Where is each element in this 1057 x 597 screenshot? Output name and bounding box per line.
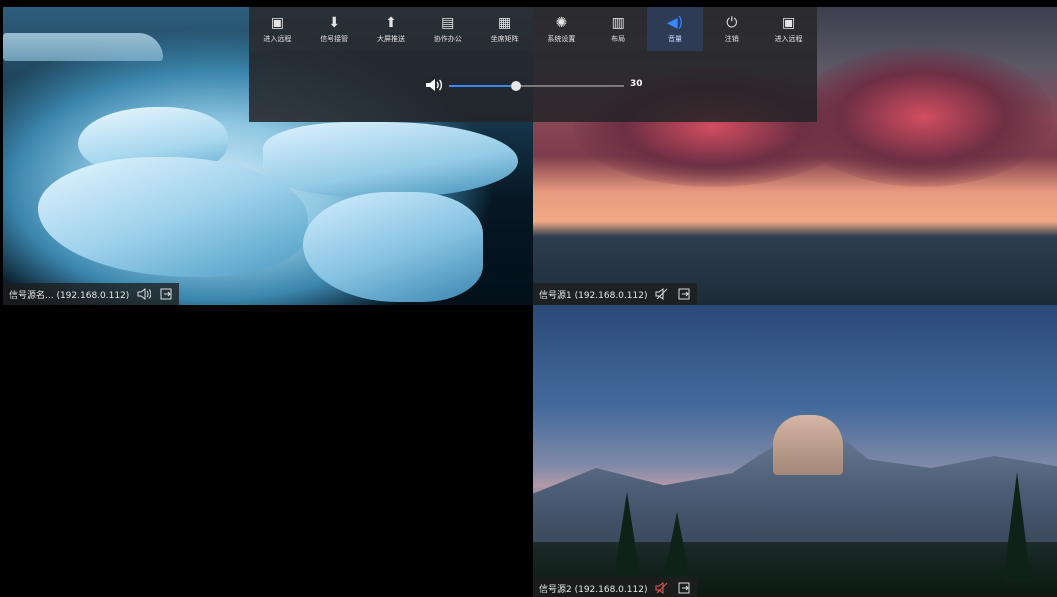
speaker-icon[interactable] [137,287,152,301]
download-icon: ⬇ [328,14,341,31]
briefcase-icon: ▤ [441,14,455,31]
toolbar-menu: ▣ 进入远程 ⬇ 信号接管 ⬆ 大屏推送 ▤ 协作办公 ▦ 坐席矩阵 ✺ 系统设… [249,7,817,51]
toolbar-item-label: 系统设置 [547,34,576,43]
exit-icon[interactable] [677,581,691,595]
ice-image [38,157,308,277]
volume-slider-handle[interactable] [510,81,521,91]
toolbar-item-label: 注销 [724,34,739,43]
tile-bottom-right[interactable]: 信号源2 (192.168.0.112) [533,305,1057,597]
signal-source-label: 信号源2 (192.168.0.112) [539,584,648,595]
cloud-image [793,47,1053,187]
toolbar-item-label: 进入远程 [774,34,803,43]
signal-source-label: 信号源名... (192.168.0.112) [9,290,130,301]
power-icon: ⏻ [726,14,738,31]
toolbar-item-screen-push[interactable]: ⬆ 大屏推送 [363,7,420,51]
ice-shelf-image [3,33,163,61]
toolbar-item-label: 音量 [667,34,682,43]
volume-slider-fill [449,85,516,87]
upload-icon: ⬆ [385,14,397,31]
toolbar-item-label: 协作办公 [433,34,462,43]
signal-source-label: 信号源1 (192.168.0.112) [539,290,648,301]
speaker-muted-icon[interactable] [655,581,669,595]
volume-value: 30 [630,79,643,89]
exit-icon[interactable] [159,287,173,301]
toolbar-item-enter-remote-2[interactable]: ▣ 进入远程 [760,7,817,51]
toolbar-item-collaboration[interactable]: ▤ 协作办公 [419,7,476,51]
exit-icon[interactable] [677,287,691,301]
tree-image [663,512,691,582]
ice-image [303,192,483,302]
toolbar-item-signal-takeover[interactable]: ⬇ 信号接管 [306,7,363,51]
toolbar-item-label: 信号接管 [320,34,349,43]
toolbar-item-label: 大屏推送 [376,34,405,43]
volume-slider[interactable] [449,81,624,91]
tree-image [613,492,641,582]
speaker-icon: ◀) [666,14,684,31]
toolbar-item-seat-matrix[interactable]: ▦ 坐席矩阵 [476,7,533,51]
control-toolbar: ▣ 进入远程 ⬇ 信号接管 ⬆ 大屏推送 ▤ 协作办公 ▦ 坐席矩阵 ✺ 系统设… [249,7,817,122]
toolbar-item-label: 布局 [611,34,626,43]
speaker-muted-icon[interactable] [655,287,669,301]
grid-icon: ▦ [497,14,512,31]
tree-image [1003,472,1031,582]
toolbar-item-label: 进入远程 [263,34,292,43]
toolbar-item-label: 坐席矩阵 [490,34,519,43]
tile-caption: 信号源2 (192.168.0.112) [533,577,698,597]
ice-image [263,122,518,197]
toolbar-item-volume[interactable]: ◀) 音量 [646,7,704,51]
half-dome-image [773,415,843,475]
remote-screen-icon: ▣ [781,14,796,31]
toolbar-item-system-settings[interactable]: ✺ 系统设置 [533,7,590,51]
tile-caption: 信号源1 (192.168.0.112) [533,283,698,305]
tile-bottom-left-empty[interactable] [3,305,533,597]
toolbar-item-layout[interactable]: ▥ 布局 [590,7,647,51]
volume-panel: 30 [249,51,817,122]
tile-caption: 信号源名... (192.168.0.112) [3,283,180,305]
speaker-icon[interactable] [425,78,443,96]
remote-screen-icon: ▣ [270,14,285,31]
toolbar-item-logout[interactable]: ⏻ 注销 [703,7,760,51]
toolbar-item-enter-remote[interactable]: ▣ 进入远程 [249,7,306,51]
layout-icon: ▥ [611,14,625,31]
gear-icon: ✺ [555,14,568,31]
